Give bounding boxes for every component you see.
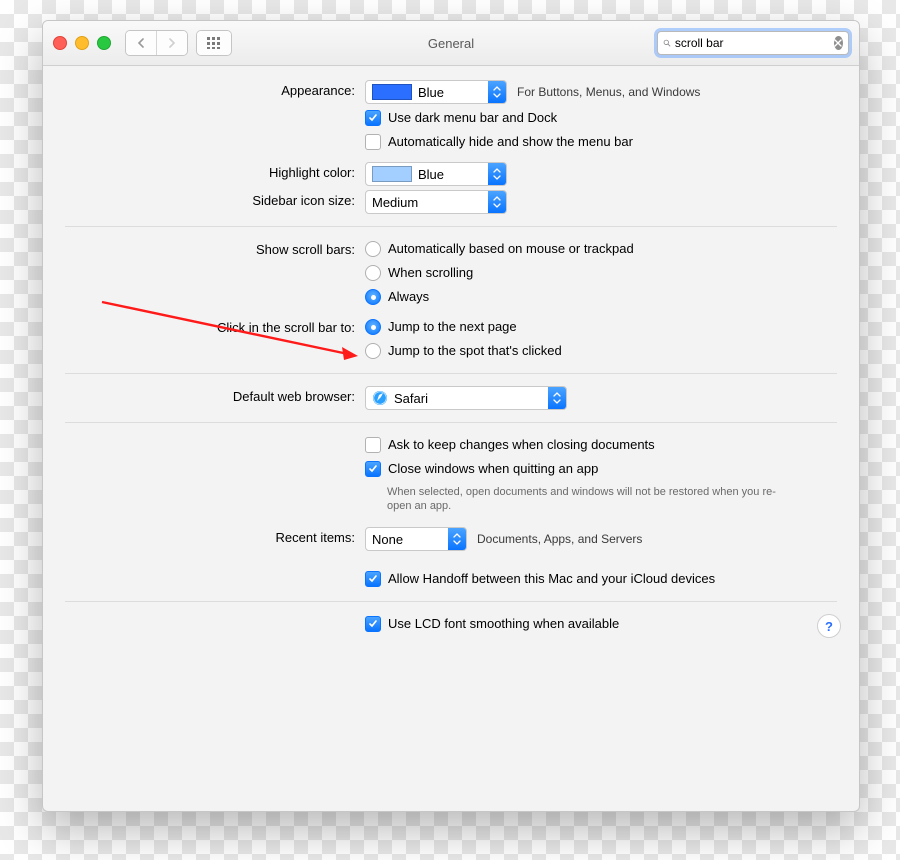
chevron-updown-icon <box>488 163 506 185</box>
search-field[interactable] <box>657 31 849 55</box>
click-scroll-label: Click in the scroll bar to: <box>65 317 365 339</box>
checkmark-icon <box>365 110 381 126</box>
safari-icon <box>372 390 388 406</box>
scrollbars-label: Show scroll bars: <box>65 239 365 261</box>
default-browser-popup[interactable]: Safari <box>365 386 567 410</box>
highlight-label: Highlight color: <box>65 162 365 184</box>
chevron-updown-icon <box>488 191 506 213</box>
checkmark-icon <box>365 571 381 587</box>
chevron-updown-icon <box>488 81 506 103</box>
lcd-smoothing-checkbox[interactable]: Use LCD font smoothing when available <box>365 614 837 634</box>
click-scroll-next-page[interactable]: Jump to the next page <box>365 317 837 337</box>
highlight-swatch <box>372 166 412 182</box>
handoff-checkbox[interactable]: Allow Handoff between this Mac and your … <box>365 569 837 589</box>
checkmark-icon <box>365 461 381 477</box>
zoom-icon[interactable] <box>97 36 111 50</box>
search-input[interactable] <box>671 36 834 50</box>
appearance-label: Appearance: <box>65 80 365 102</box>
close-windows-quit-checkbox[interactable]: Close windows when quitting an app <box>365 459 837 479</box>
traffic-lights <box>53 36 111 50</box>
scrollbars-option-always[interactable]: Always <box>365 287 837 307</box>
forward-button[interactable] <box>157 31 187 55</box>
close-icon[interactable] <box>53 36 67 50</box>
scrollbars-option-auto[interactable]: Automatically based on mouse or trackpad <box>365 239 837 259</box>
autohide-menubar-checkbox[interactable]: Automatically hide and show the menu bar <box>365 132 837 152</box>
clear-search-button[interactable] <box>834 36 843 50</box>
browser-label: Default web browser: <box>65 386 365 408</box>
preferences-window: General Appearance: Blue <box>42 20 860 812</box>
sidebar-size-popup[interactable]: Medium <box>365 190 507 214</box>
highlight-popup[interactable]: Blue <box>365 162 507 186</box>
chevron-updown-icon <box>448 528 466 550</box>
titlebar: General <box>43 21 859 66</box>
chevron-updown-icon <box>548 387 566 409</box>
recent-items-popup[interactable]: None <box>365 527 467 551</box>
appearance-swatch <box>372 84 412 100</box>
ask-keep-changes-checkbox[interactable]: Ask to keep changes when closing documen… <box>365 435 837 455</box>
sidebar-size-label: Sidebar icon size: <box>65 190 365 212</box>
content: Appearance: Blue For Buttons, Menus, and… <box>43 66 859 654</box>
minimize-icon[interactable] <box>75 36 89 50</box>
checkmark-icon <box>365 616 381 632</box>
recent-items-label: Recent items: <box>65 527 365 549</box>
appearance-hint: For Buttons, Menus, and Windows <box>517 85 700 99</box>
show-all-button[interactable] <box>196 30 232 56</box>
recent-items-hint: Documents, Apps, and Servers <box>477 532 642 546</box>
close-windows-help-text: When selected, open documents and window… <box>387 485 787 513</box>
nav-back-forward <box>125 30 188 56</box>
help-button[interactable]: ? <box>817 614 841 638</box>
dark-dock-checkbox[interactable]: Use dark menu bar and Dock <box>365 108 837 128</box>
back-button[interactable] <box>126 31 157 55</box>
click-scroll-jump-spot[interactable]: Jump to the spot that's clicked <box>365 341 837 361</box>
appearance-popup[interactable]: Blue <box>365 80 507 104</box>
scrollbars-option-scrolling[interactable]: When scrolling <box>365 263 837 283</box>
search-icon <box>663 37 671 49</box>
